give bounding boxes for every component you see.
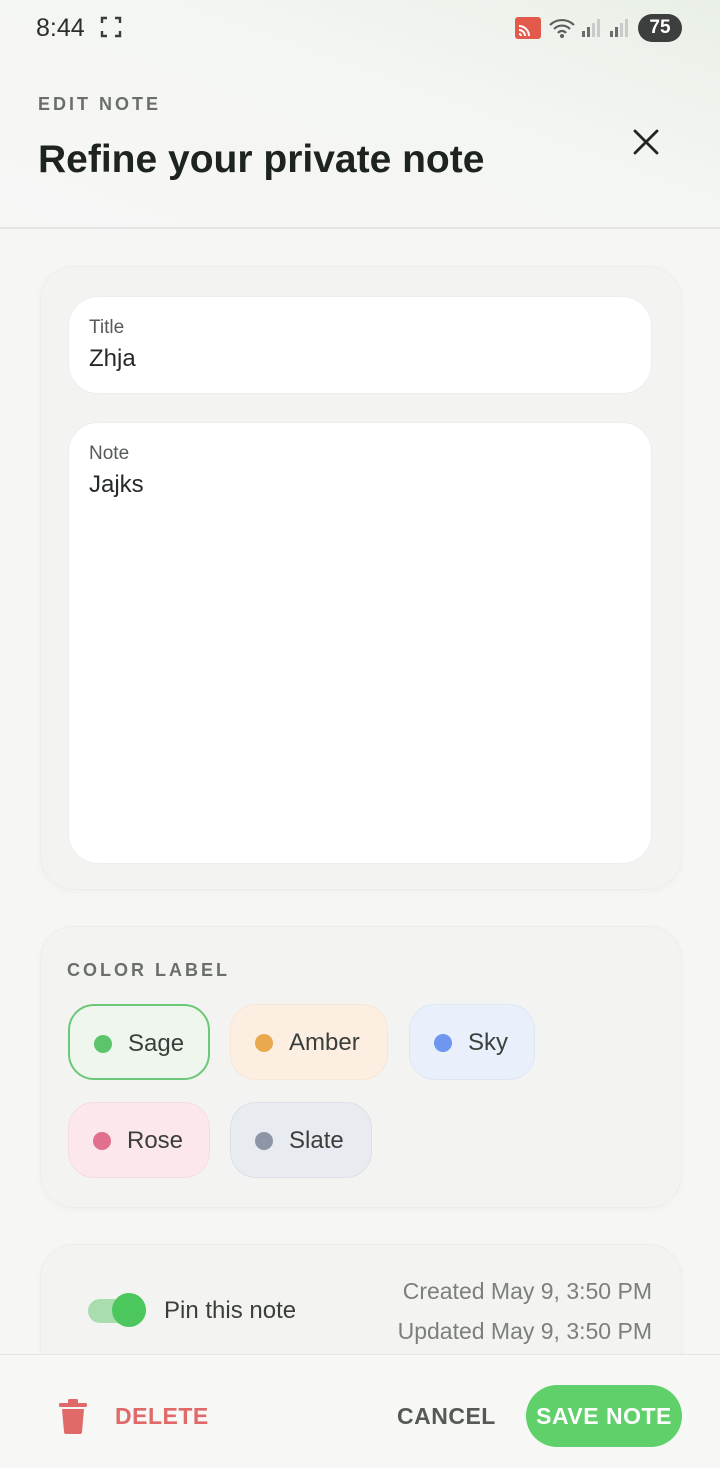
color-chip-label: Slate: [289, 1127, 344, 1154]
sky-dot-icon: [434, 1034, 452, 1052]
note-field[interactable]: Note Jajks: [68, 422, 652, 864]
sage-dot-icon: [94, 1035, 112, 1053]
pin-label: Pin this note: [164, 1297, 297, 1324]
cancel-button[interactable]: CANCEL: [397, 1403, 496, 1430]
pin-toggle[interactable]: [88, 1293, 146, 1327]
toggle-knob: [112, 1293, 146, 1327]
color-chip-sage[interactable]: Sage: [68, 1004, 210, 1080]
page-title: Refine your private note: [38, 138, 485, 181]
wifi-icon: [549, 18, 575, 38]
screenshot-icon: [100, 16, 122, 38]
status-time: 8:44: [36, 14, 85, 42]
signal-icon-secondary: [610, 19, 628, 37]
amber-dot-icon: [255, 1034, 273, 1052]
close-icon: [633, 129, 659, 155]
rose-dot-icon: [93, 1132, 111, 1150]
color-chip-amber[interactable]: Amber: [230, 1004, 388, 1080]
note-field-label: Note: [89, 443, 130, 464]
slate-dot-icon: [255, 1132, 273, 1150]
color-chip-rose[interactable]: Rose: [68, 1102, 210, 1178]
header-eyebrow: EDIT NOTE: [38, 94, 162, 114]
note-textarea[interactable]: Jajks: [89, 471, 144, 499]
updated-timestamp: Updated May 9, 3:50 PM: [397, 1318, 652, 1344]
created-timestamp: Created May 9, 3:50 PM: [402, 1278, 652, 1304]
cast-icon: [515, 17, 541, 39]
color-chip-label: Amber: [289, 1029, 360, 1056]
color-chip-label: Sage: [128, 1030, 185, 1057]
color-chip-slate[interactable]: Slate: [230, 1102, 372, 1178]
color-chip-sky[interactable]: Sky: [409, 1004, 535, 1080]
signal-icon: [582, 19, 600, 37]
battery-indicator: 75: [638, 14, 682, 42]
trash-icon[interactable]: [58, 1398, 88, 1434]
close-button[interactable]: [622, 118, 670, 166]
save-note-button[interactable]: SAVE NOTE: [526, 1385, 682, 1447]
delete-button[interactable]: DELETE: [115, 1403, 209, 1430]
color-chip-label: Rose: [127, 1127, 184, 1154]
title-input[interactable]: Zhja: [89, 345, 136, 373]
color-chip-label: Sky: [468, 1029, 509, 1056]
header-divider: [0, 227, 720, 229]
title-field[interactable]: Title Zhja: [68, 296, 652, 394]
status-bar: 8:44 75: [0, 0, 720, 56]
color-label-heading: COLOR LABEL: [67, 960, 230, 980]
title-field-label: Title: [89, 317, 125, 338]
